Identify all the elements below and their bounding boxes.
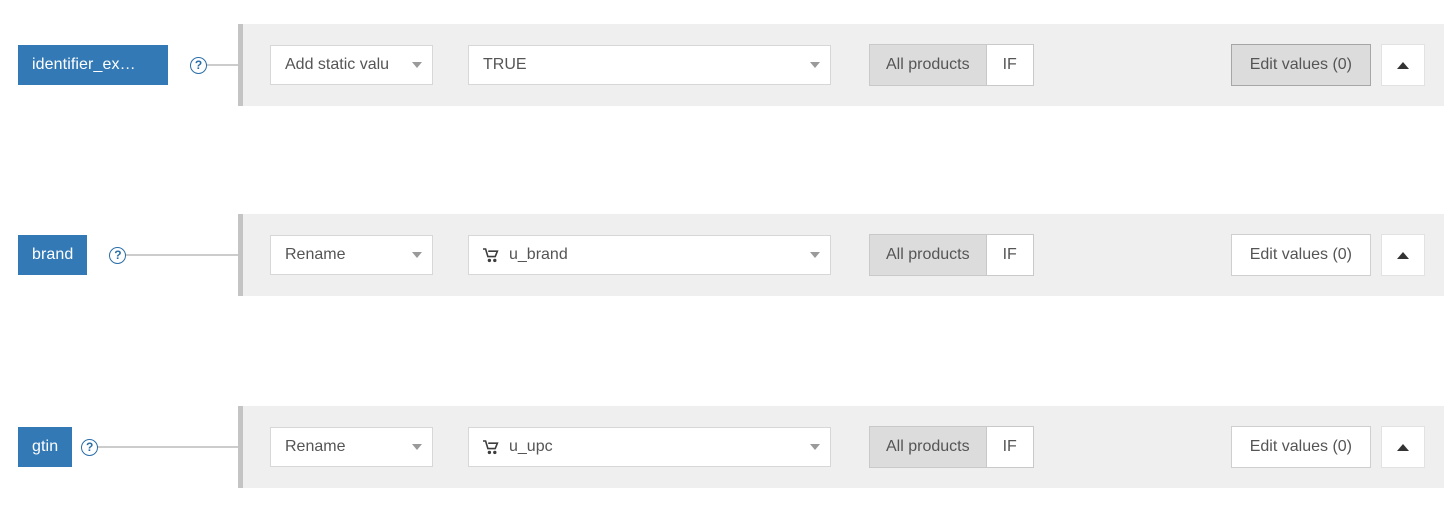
mapping-row: identifier_ex… ? Add static valu TRUE Al… xyxy=(0,24,1449,106)
caret-up-icon xyxy=(1397,61,1409,69)
action-select[interactable]: Rename xyxy=(270,235,433,275)
field-name-tag[interactable]: identifier_ex… xyxy=(18,45,168,85)
action-select[interactable]: Rename xyxy=(270,427,433,467)
action-select-value: Add static valu xyxy=(285,56,390,73)
value-select-value: u_brand xyxy=(509,246,568,263)
scope-option-all-products[interactable]: All products xyxy=(870,45,986,85)
scope-option-all-products[interactable]: All products xyxy=(870,427,986,467)
collapse-row-button[interactable] xyxy=(1381,426,1425,468)
field-config-panel: Add static valu TRUE All products IF Edi… xyxy=(238,24,1444,106)
value-select[interactable]: TRUE xyxy=(468,45,831,85)
mapping-row: brand ? Rename u_brand All products IF E… xyxy=(0,214,1449,296)
collapse-row-button[interactable] xyxy=(1381,44,1425,86)
scope-option-all-products[interactable]: All products xyxy=(870,235,986,275)
value-select[interactable]: u_brand xyxy=(468,235,831,275)
question-mark-circle-icon[interactable]: ? xyxy=(109,246,127,264)
connector-line xyxy=(96,446,238,448)
chevron-down-icon xyxy=(810,252,820,258)
row-actions: Edit values (0) xyxy=(1230,234,1425,276)
scope-option-if[interactable]: IF xyxy=(985,235,1033,275)
field-name-tag[interactable]: gtin xyxy=(18,427,73,467)
question-mark-circle-icon[interactable]: ? xyxy=(81,438,99,456)
field-config-panel: Rename u_upc All products IF Edit values… xyxy=(238,406,1444,488)
field-label-zone: gtin ? xyxy=(0,406,238,488)
connector-line xyxy=(124,254,238,256)
chevron-down-icon xyxy=(810,62,820,68)
scope-toggle-group: All products IF xyxy=(869,234,1034,276)
edit-values-button[interactable]: Edit values (0) xyxy=(1230,234,1371,276)
connector-line xyxy=(205,64,238,66)
field-config-panel: Rename u_brand All products IF Edit valu… xyxy=(238,214,1444,296)
edit-values-button[interactable]: Edit values (0) xyxy=(1230,426,1371,468)
value-select-value: u_upc xyxy=(509,438,553,455)
value-select-value: TRUE xyxy=(483,56,527,73)
action-select-value: Rename xyxy=(285,438,346,455)
field-name-tag[interactable]: brand xyxy=(18,235,88,275)
edit-values-button[interactable]: Edit values (0) xyxy=(1230,44,1371,86)
scope-toggle-group: All products IF xyxy=(869,44,1034,86)
shopping-cart-icon xyxy=(483,247,500,263)
shopping-cart-icon xyxy=(483,439,500,455)
chevron-down-icon xyxy=(810,444,820,450)
collapse-row-button[interactable] xyxy=(1381,234,1425,276)
action-select-value: Rename xyxy=(285,246,346,263)
chevron-down-icon xyxy=(412,252,422,258)
field-label-zone: brand ? xyxy=(0,214,238,296)
value-select[interactable]: u_upc xyxy=(468,427,831,467)
chevron-down-icon xyxy=(412,62,422,68)
mapping-row: gtin ? Rename u_upc All products IF Edit… xyxy=(0,406,1449,488)
row-actions: Edit values (0) xyxy=(1230,426,1425,468)
scope-toggle-group: All products IF xyxy=(869,426,1034,468)
row-actions: Edit values (0) xyxy=(1230,44,1425,86)
scope-option-if[interactable]: IF xyxy=(985,45,1033,85)
caret-up-icon xyxy=(1397,251,1409,259)
scope-option-if[interactable]: IF xyxy=(985,427,1033,467)
question-mark-circle-icon[interactable]: ? xyxy=(190,56,207,74)
action-select[interactable]: Add static valu xyxy=(270,45,433,85)
field-label-zone: identifier_ex… ? xyxy=(0,24,238,106)
caret-up-icon xyxy=(1397,443,1409,451)
chevron-down-icon xyxy=(412,444,422,450)
